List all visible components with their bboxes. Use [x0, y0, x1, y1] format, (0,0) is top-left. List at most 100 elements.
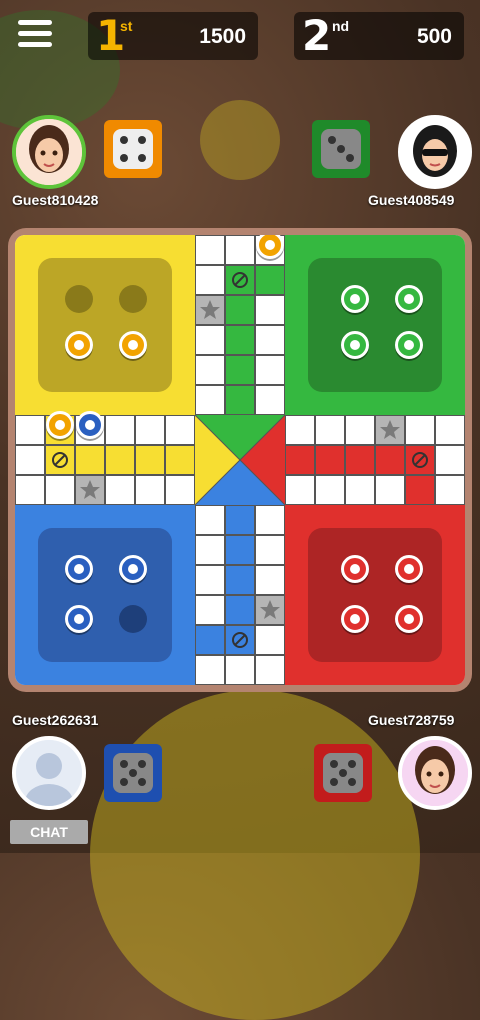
track-cell — [225, 385, 255, 415]
hamburger-menu-icon — [18, 20, 52, 25]
track-cell — [15, 445, 45, 475]
track-cell — [255, 295, 285, 325]
track-cell — [165, 475, 195, 505]
track-cell — [375, 445, 405, 475]
dice-bottom-right[interactable] — [314, 744, 372, 802]
player-name-top-right: Guest408549 — [368, 192, 455, 208]
track-cell — [225, 235, 255, 265]
token-green[interactable] — [341, 285, 369, 313]
player-avatar-bottom-right[interactable] — [398, 736, 472, 810]
track-cell — [105, 415, 135, 445]
chat-button[interactable]: CHAT — [10, 820, 88, 844]
token-red[interactable] — [395, 555, 423, 583]
rank-second-panel: 2 nd 500 — [294, 12, 464, 60]
player-avatar-top-right[interactable] — [398, 115, 472, 189]
track-cell — [225, 355, 255, 385]
default-user-avatar-icon — [16, 740, 82, 806]
home-red — [285, 505, 465, 685]
track-cell — [105, 475, 135, 505]
empty-slot-yellow — [119, 285, 147, 313]
track-cell — [15, 415, 45, 445]
track-cell — [435, 415, 465, 445]
star-icon — [260, 600, 280, 619]
token-blue[interactable] — [119, 555, 147, 583]
track-cell — [285, 415, 315, 445]
dice-top-right[interactable] — [312, 120, 370, 178]
track-cell — [45, 475, 75, 505]
dice-top-left[interactable] — [104, 120, 162, 178]
safe-star-cell — [375, 415, 405, 445]
track-cell — [135, 475, 165, 505]
track-cell — [345, 445, 375, 475]
dice-three-icon — [321, 129, 361, 169]
track-cell — [405, 415, 435, 445]
safe-star-cell — [255, 595, 285, 625]
track-cell — [195, 385, 225, 415]
blocked-icon — [52, 452, 68, 468]
track-cell — [375, 475, 405, 505]
token-yellow[interactable] — [65, 331, 93, 359]
rank-second-score: 500 — [416, 25, 452, 48]
token-yellow[interactable] — [119, 331, 147, 359]
blocked-icon — [232, 632, 248, 648]
track-cell — [225, 565, 255, 595]
home-blue — [15, 505, 195, 685]
track-cell — [165, 445, 195, 475]
track-cell — [195, 625, 225, 655]
home-green — [285, 235, 465, 415]
empty-slot-yellow — [65, 285, 93, 313]
menu-button[interactable] — [18, 20, 52, 50]
track-cell — [285, 475, 315, 505]
track-cell — [255, 625, 285, 655]
star-icon — [200, 300, 220, 319]
track-cell — [255, 355, 285, 385]
player-name-bottom-left: Guest262631 — [12, 712, 99, 728]
track-cell — [225, 595, 255, 625]
track-cell — [195, 325, 225, 355]
token-green[interactable] — [395, 285, 423, 313]
track-cell — [255, 535, 285, 565]
track-cell — [195, 655, 225, 685]
safe-star-cell — [195, 295, 225, 325]
token-blue[interactable] — [65, 555, 93, 583]
track-cell — [195, 535, 225, 565]
track-cell — [15, 475, 45, 505]
track-cell — [315, 445, 345, 475]
rank-second-number: 2 — [302, 11, 332, 60]
token-blue[interactable] — [76, 411, 104, 439]
female-avatar-icon — [402, 740, 468, 806]
track-cell — [225, 535, 255, 565]
player-name-top-left: Guest810428 — [12, 192, 99, 208]
board-center-finish — [195, 415, 285, 505]
rank-first-suffix: st — [120, 18, 133, 34]
blocked-icon — [232, 272, 248, 288]
token-red[interactable] — [341, 605, 369, 633]
track-cell — [255, 655, 285, 685]
token-red[interactable] — [395, 605, 423, 633]
track-cell — [225, 655, 255, 685]
star-icon — [80, 480, 100, 499]
track-cell — [75, 445, 105, 475]
track-cell — [255, 385, 285, 415]
track-cell — [195, 565, 225, 595]
female-sunglasses-avatar-icon — [402, 119, 468, 185]
empty-slot-blue — [119, 605, 147, 633]
player-avatar-bottom-left[interactable] — [12, 736, 86, 810]
token-green[interactable] — [341, 331, 369, 359]
track-cell — [135, 415, 165, 445]
dice-four-icon — [113, 129, 153, 169]
token-red[interactable] — [341, 555, 369, 583]
token-yellow[interactable] — [46, 411, 74, 439]
rank-second-suffix: nd — [332, 18, 350, 34]
token-green[interactable] — [395, 331, 423, 359]
token-blue[interactable] — [65, 605, 93, 633]
track-cell — [255, 265, 285, 295]
track-cell — [195, 265, 225, 295]
player-avatar-top-left[interactable] — [12, 115, 86, 189]
blocked-icon — [412, 452, 428, 468]
track-cell — [255, 565, 285, 595]
track-cell — [195, 505, 225, 535]
dice-five-icon — [323, 753, 363, 793]
track-cell — [225, 295, 255, 325]
dice-bottom-left[interactable] — [104, 744, 162, 802]
